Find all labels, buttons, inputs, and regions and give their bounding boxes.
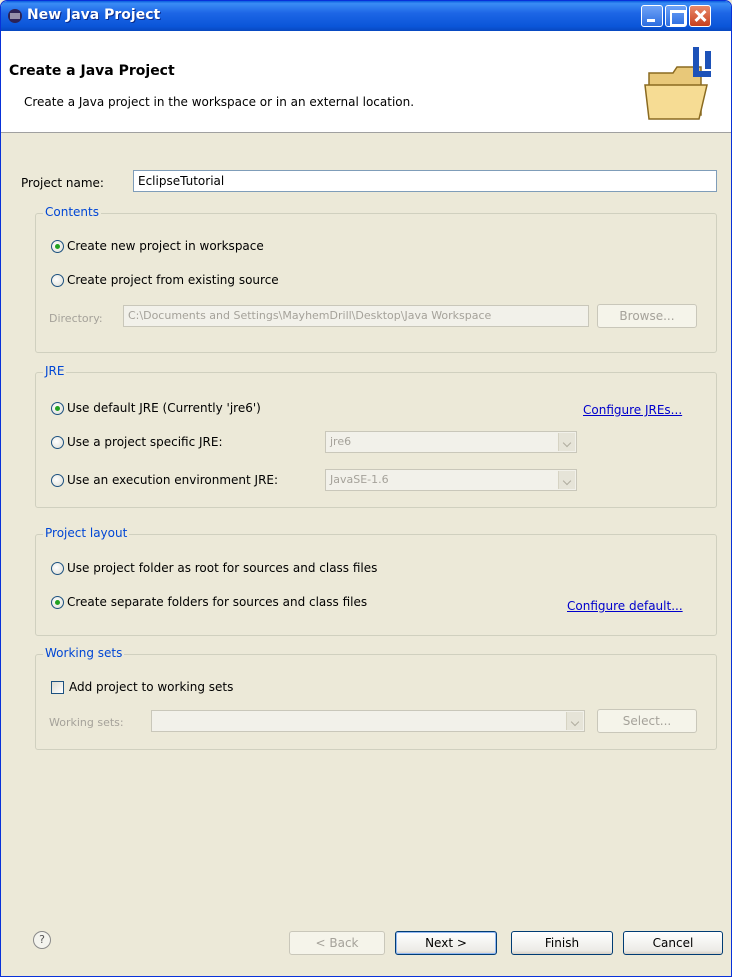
maximize-button[interactable] [665,5,687,27]
project-folder-root-radio[interactable]: Use project folder as root for sources a… [51,561,377,575]
create-new-project-label: Create new project in workspace [67,239,264,253]
execution-environment-value: JavaSE-1.6 [330,473,389,486]
select-working-sets-button[interactable]: Select... [597,709,697,733]
new-java-project-dialog: New Java Project Create a Java Project C… [0,0,732,977]
page-title: Create a Java Project [9,63,175,79]
separate-folders-label: Create separate folders for sources and … [67,595,368,609]
radio-indicator[interactable] [51,273,64,287]
create-new-project-radio[interactable]: Create new project in workspace [51,239,264,253]
chevron-down-icon[interactable] [558,433,575,451]
project-folder-root-label: Use project folder as root for sources a… [67,561,378,575]
back-button[interactable]: < Back [289,931,385,955]
create-from-existing-radio[interactable]: Create project from existing source [51,273,279,287]
execution-environment-jre-label: Use an execution environment JRE: [67,473,279,487]
jre-group-title: JRE [43,364,67,378]
working-sets-group-title: Working sets [43,646,125,660]
radio-indicator[interactable] [51,239,64,253]
minimize-button[interactable] [641,5,663,27]
working-sets-label: Working sets: [49,716,124,729]
project-name-label: Project name: [21,176,104,190]
page-description: Create a Java project in the workspace o… [24,95,415,109]
use-default-jre-label: Use default JRE (Currently 'jre6') [67,401,261,415]
next-button[interactable]: Next > [395,931,497,955]
add-to-working-sets-label: Add project to working sets [69,680,234,694]
add-to-working-sets-checkbox[interactable]: Add project to working sets [51,680,233,694]
close-button[interactable] [689,5,711,27]
browse-button[interactable]: Browse... [597,304,697,328]
radio-indicator[interactable] [51,401,64,415]
contents-group-title: Contents [43,205,101,219]
use-default-jre-radio[interactable]: Use default JRE (Currently 'jre6') [51,401,261,415]
project-specific-jre-radio[interactable]: Use a project specific JRE: [51,435,223,449]
title-bar[interactable]: New Java Project [1,1,731,31]
radio-indicator[interactable] [51,435,64,449]
window-title: New Java Project [27,7,161,23]
finish-button[interactable]: Finish [511,931,613,955]
project-specific-jre-label: Use a project specific JRE: [67,435,223,449]
eclipse-icon [8,9,22,23]
folder-icon [644,47,711,120]
execution-environment-jre-radio[interactable]: Use an execution environment JRE: [51,473,278,487]
create-from-existing-label: Create project from existing source [67,273,279,287]
execution-environment-select[interactable]: JavaSE-1.6 [325,469,577,491]
working-sets-group: Working sets [35,646,717,750]
cancel-button[interactable]: Cancel [623,931,723,955]
help-icon[interactable]: ? [33,931,51,949]
separate-folders-radio[interactable]: Create separate folders for sources and … [51,595,367,609]
directory-input[interactable]: C:\Documents and Settings\MayhemDrill\De… [123,305,589,327]
radio-indicator[interactable] [51,561,64,575]
wizard-banner: Create a Java Project Create a Java proj… [1,31,731,133]
configure-default-link[interactable]: Configure default... [567,599,683,613]
project-layout-group-title: Project layout [43,526,130,540]
chevron-down-icon[interactable] [566,712,583,730]
project-specific-jre-select[interactable]: jre6 [325,431,577,453]
chevron-down-icon[interactable] [558,471,575,489]
radio-indicator[interactable] [51,473,64,487]
checkbox-indicator[interactable] [51,680,64,694]
directory-label: Directory: [49,312,103,325]
configure-jres-link[interactable]: Configure JREs... [583,403,682,417]
project-layout-group: Project layout [35,526,717,636]
project-specific-jre-value: jre6 [330,435,352,448]
radio-indicator[interactable] [51,595,64,609]
working-sets-select[interactable] [151,710,585,732]
project-name-input[interactable]: EclipseTutorial [133,170,717,192]
